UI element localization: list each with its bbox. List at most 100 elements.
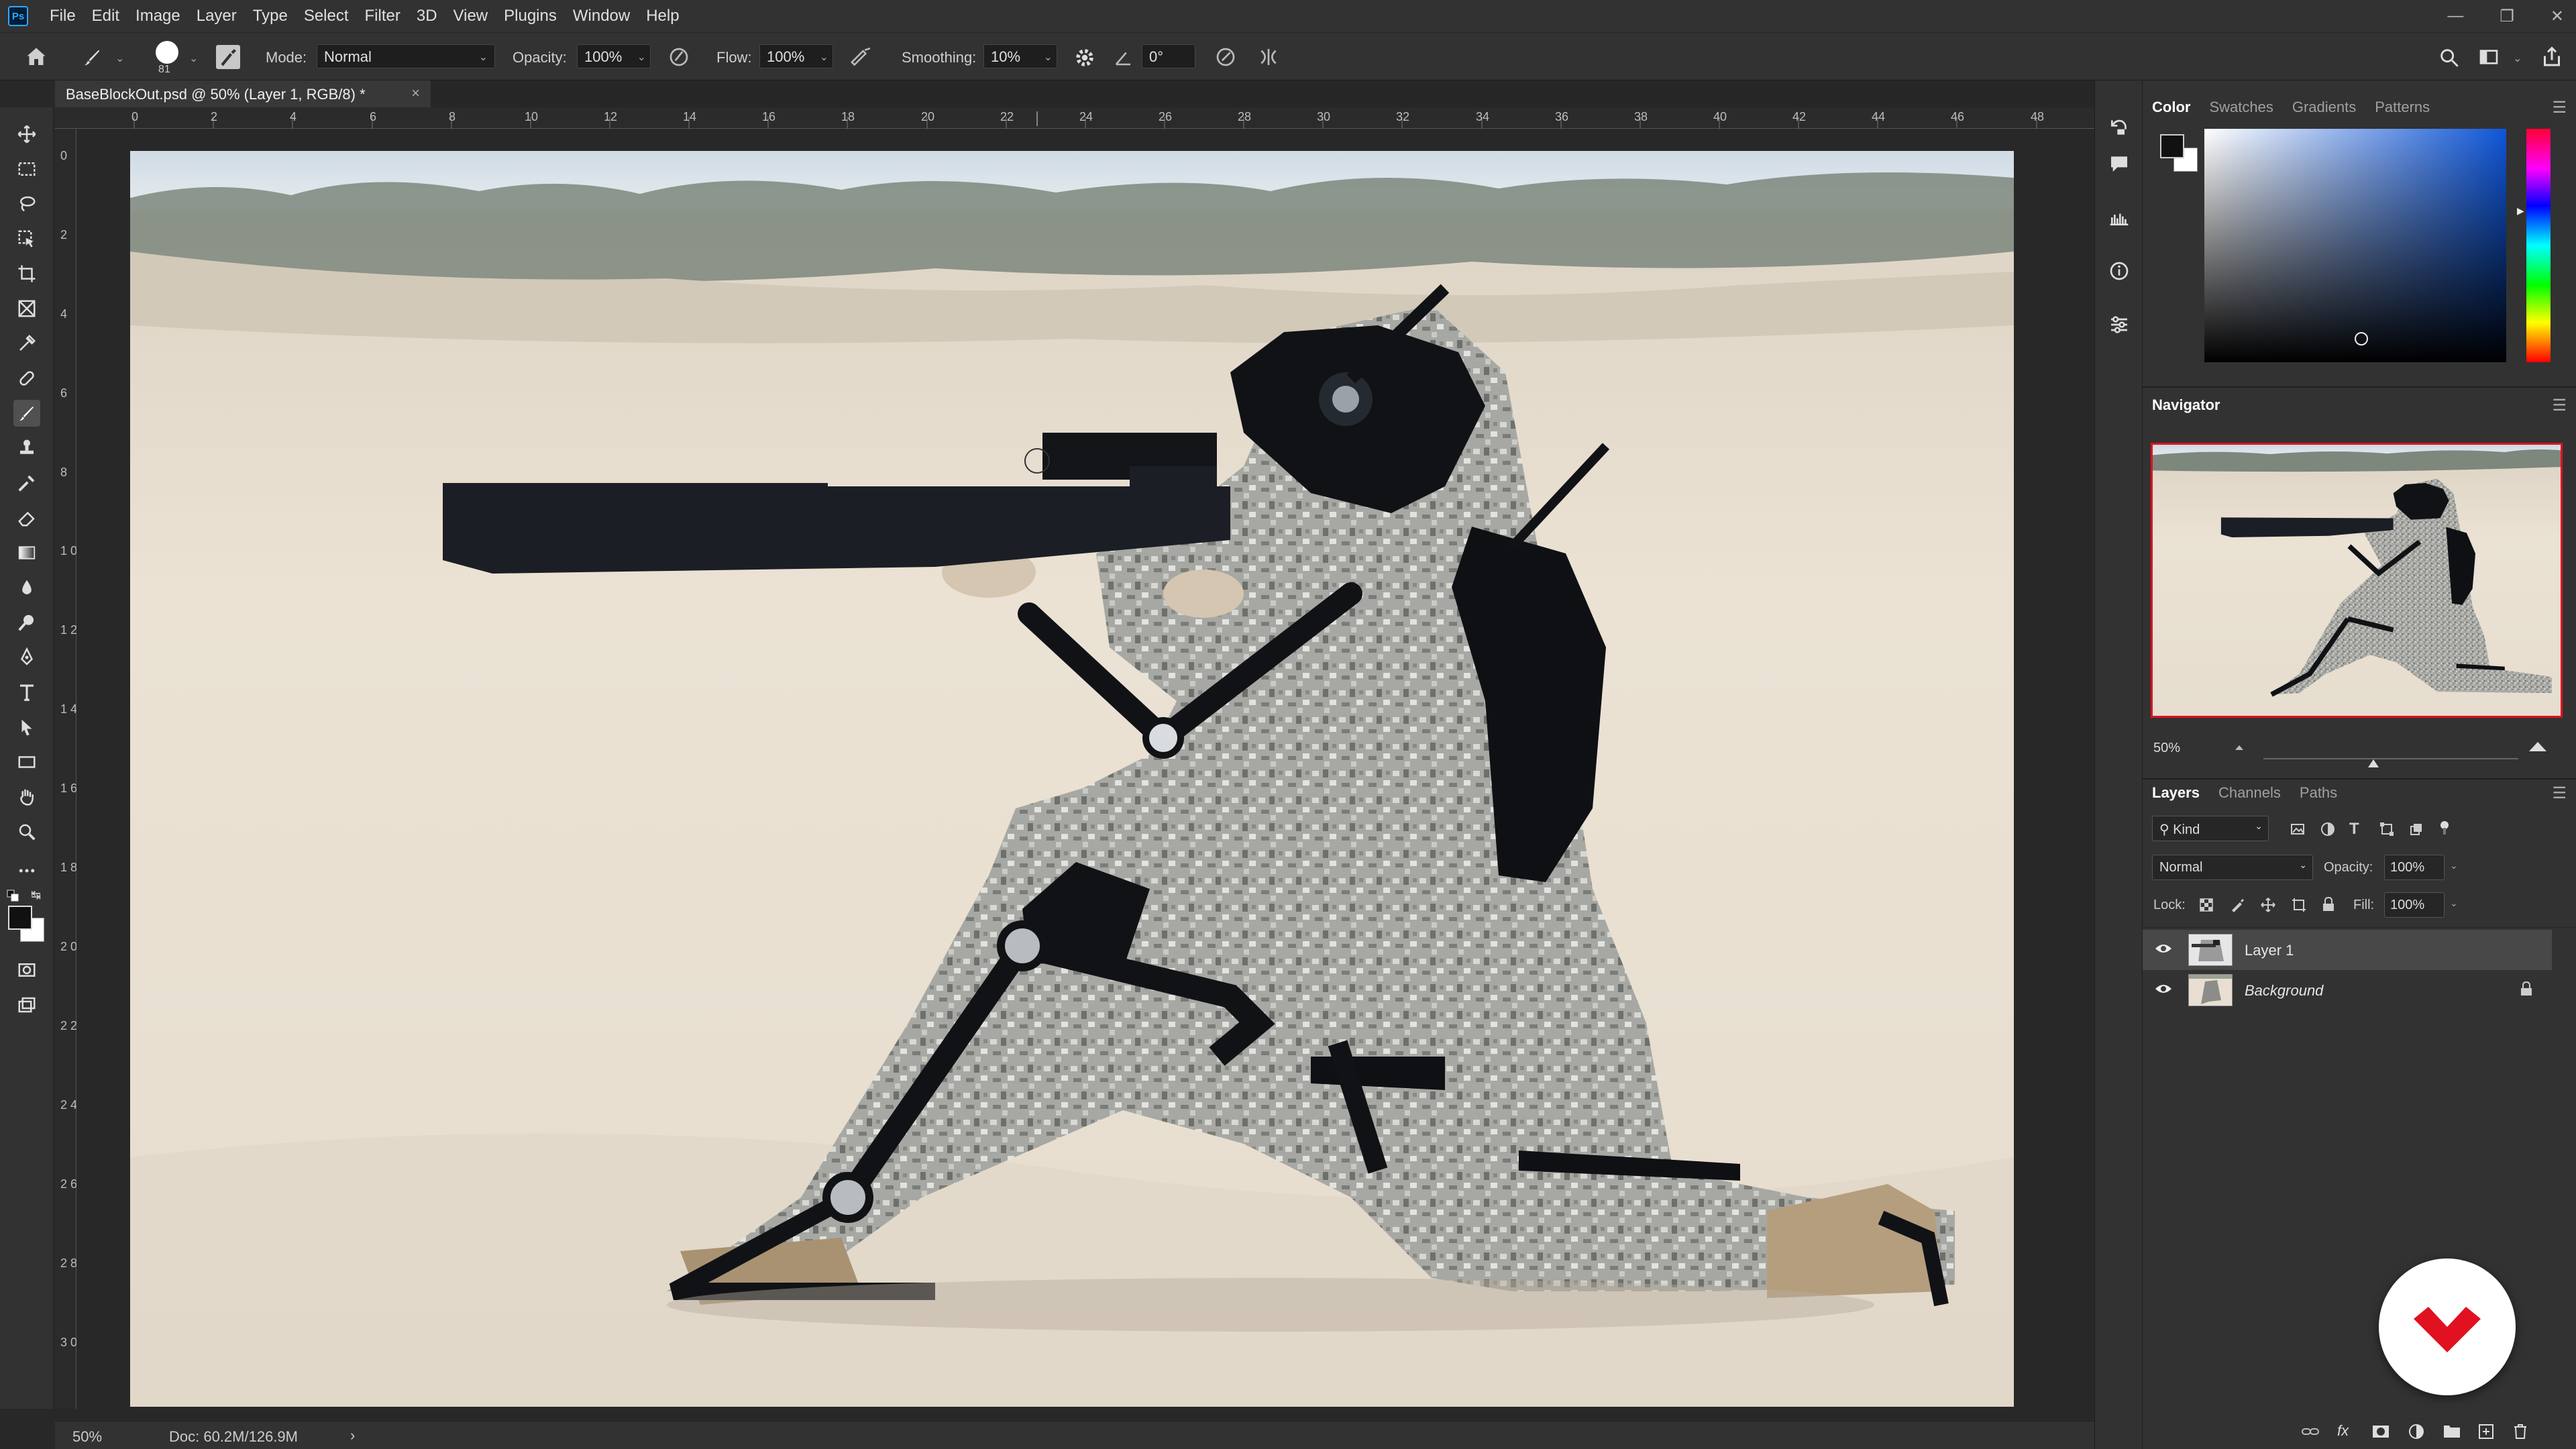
swap-colors-icon[interactable]: ↹ [31,888,41,902]
workspace-chevron-icon[interactable]: ⌄ [2513,52,2522,65]
menu-file[interactable]: File [42,0,84,32]
airbrush-icon[interactable] [849,46,873,68]
menu-type[interactable]: Type [245,0,296,32]
lock-all-icon[interactable] [2321,896,2336,912]
zoom-slider-thumb[interactable] [2367,757,2380,769]
foreground-color-swatch[interactable] [8,906,32,930]
brush-tool-icon[interactable] [13,400,40,427]
menu-3d[interactable]: 3D [409,0,445,32]
navigator-zoom-value[interactable]: 50% [2153,741,2180,756]
minimize-icon[interactable]: — [2447,7,2463,25]
lasso-tool-icon[interactable] [13,191,40,217]
menu-edit[interactable]: Edit [84,0,127,32]
lock-transparent-icon[interactable] [2199,898,2214,912]
tab-layers[interactable]: Layers [2143,784,2209,802]
angle-input[interactable]: 0° [1142,44,1195,68]
restore-icon[interactable]: ❐ [2500,7,2514,26]
adjustment-layer-icon[interactable] [2408,1424,2424,1440]
layer-row[interactable]: Background [2143,970,2552,1010]
workspace-icon[interactable] [2477,46,2501,68]
zoom-tool-icon[interactable] [13,818,40,845]
filter-adjustment-icon[interactable] [2320,821,2336,837]
panel-menu-icon[interactable]: ☰ [2552,98,2567,117]
blur-tool-icon[interactable] [13,574,40,601]
smoothing-input[interactable]: 10% ⌄ [983,44,1057,68]
lock-pixels-icon[interactable] [2230,898,2245,912]
document-tab[interactable]: BaseBlockOut.psd @ 50% (Layer 1, RGB/8) … [55,80,431,107]
brush-settings-icon[interactable] [216,45,240,69]
menu-plugins[interactable]: Plugins [496,0,565,32]
new-group-icon[interactable] [2443,1424,2461,1438]
pressure-opacity-icon[interactable] [668,46,690,68]
search-icon[interactable] [2438,46,2461,69]
path-selection-tool-icon[interactable] [13,714,40,741]
delete-layer-icon[interactable] [2513,1424,2528,1440]
menu-select[interactable]: Select [296,0,357,32]
tab-patterns[interactable]: Patterns [2365,99,2439,116]
eraser-tool-icon[interactable] [13,504,40,531]
home-icon[interactable] [24,45,48,69]
properties-panel-icon[interactable] [2106,311,2133,338]
filter-type-icon[interactable]: T [2349,820,2359,839]
new-layer-icon[interactable] [2478,1424,2494,1440]
symmetry-icon[interactable] [1257,46,1280,68]
hue-marker-icon[interactable]: ▶ [2517,205,2524,217]
tab-paths[interactable]: Paths [2290,784,2347,802]
panel-menu-icon[interactable]: ☰ [2552,396,2567,415]
gradient-tool-icon[interactable] [13,539,40,566]
info-panel-icon[interactable] [2106,258,2133,284]
brush-preset-chevron-icon[interactable]: ⌄ [115,52,124,65]
navigator-zoom-slider[interactable] [2263,758,2518,759]
more-tools-icon[interactable] [13,857,40,884]
fill-input[interactable]: 100% [2384,892,2445,918]
eye-icon[interactable] [2155,942,2172,955]
filter-toggle-icon[interactable] [2439,820,2450,835]
histogram-panel-icon[interactable] [2106,204,2133,231]
hue-slider[interactable] [2526,129,2551,362]
object-select-tool-icon[interactable] [13,225,40,252]
clone-stamp-tool-icon[interactable] [13,435,40,462]
history-panel-icon[interactable] [2106,114,2133,141]
tab-navigator[interactable]: Navigator [2143,396,2229,414]
chevron-right-icon[interactable]: › [350,1427,355,1444]
navigator-preview[interactable] [2151,443,2563,718]
eyedropper-tool-icon[interactable] [13,330,40,357]
chevron-down-icon[interactable]: ⌄ [2450,898,2458,909]
menu-window[interactable]: Window [565,0,638,32]
pressure-size-icon[interactable] [1214,46,1237,68]
brush-preset-icon[interactable] [80,46,103,69]
share-icon[interactable] [2540,45,2564,69]
lock-position-icon[interactable] [2261,898,2275,912]
color-picker-field[interactable] [2204,129,2506,362]
menu-view[interactable]: View [445,0,496,32]
panel-foreground-swatch[interactable] [2160,134,2184,158]
tab-gradients[interactable]: Gradients [2283,99,2365,116]
comments-panel-icon[interactable] [2106,150,2133,177]
panel-menu-icon[interactable]: ☰ [2552,784,2567,803]
move-tool-icon[interactable] [13,121,40,148]
screen-mode-icon[interactable] [13,991,40,1018]
tab-color[interactable]: Color [2143,99,2200,116]
zoom-out-icon[interactable] [2233,742,2246,753]
filter-shape-icon[interactable] [2379,821,2395,837]
eye-icon[interactable] [2155,982,2172,996]
type-tool-icon[interactable] [13,679,40,706]
frame-tool-icon[interactable] [13,295,40,322]
layer-opacity-input[interactable]: 100% [2384,855,2445,880]
brush-size-chevron-icon[interactable]: ⌄ [189,52,198,65]
gear-icon[interactable] [1073,46,1096,69]
layer-name[interactable]: Background [2245,982,2323,1000]
menu-layer[interactable]: Layer [189,0,245,32]
blend-mode-select[interactable]: Normal ⌄ [2152,855,2313,880]
link-layers-icon[interactable] [2301,1424,2320,1440]
healing-brush-tool-icon[interactable] [13,365,40,392]
history-brush-tool-icon[interactable] [13,470,40,496]
zoom-level[interactable]: 50% [72,1428,102,1446]
layer-filter-select[interactable]: ⚲ Kind ⌄ [2152,816,2269,841]
hand-tool-icon[interactable] [13,784,40,810]
menu-filter[interactable]: Filter [357,0,409,32]
layer-row[interactable]: Layer 1 [2143,930,2552,970]
mode-select[interactable]: Normal ⌄ [317,44,495,68]
chevron-down-icon[interactable]: ⌄ [2450,860,2458,871]
flow-input[interactable]: 100% ⌄ [759,44,833,68]
